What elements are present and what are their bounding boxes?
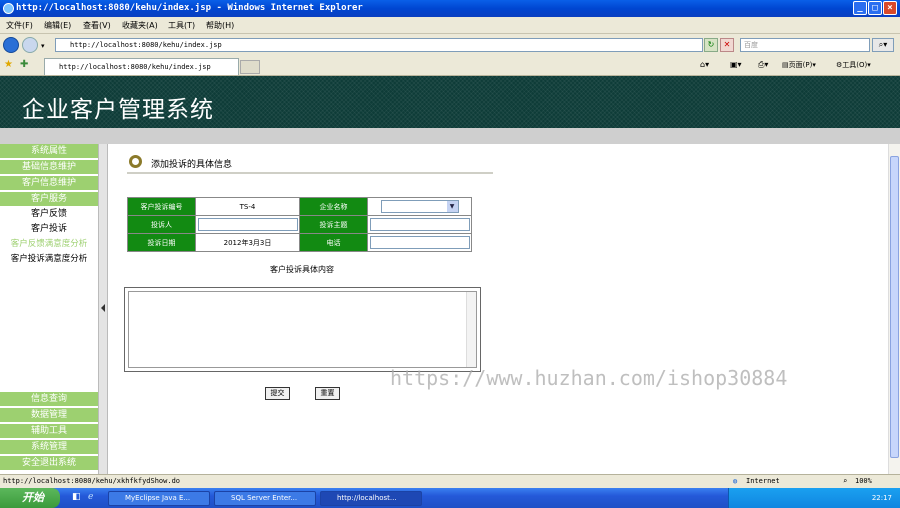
close-button[interactable]: × bbox=[883, 1, 897, 15]
history-dropdown-icon[interactable]: ▾ bbox=[41, 42, 45, 50]
chevron-down-icon[interactable]: ▼ bbox=[446, 201, 458, 212]
banner-divider bbox=[0, 128, 900, 144]
feeds-icon[interactable]: ▣▾ bbox=[730, 60, 742, 69]
menu-help[interactable]: 帮助(H) bbox=[206, 20, 234, 31]
clock[interactable]: 22:17 bbox=[872, 494, 892, 502]
search-icon[interactable]: ⌕▾ bbox=[872, 38, 894, 52]
complainant-input[interactable] bbox=[197, 218, 298, 231]
textarea-scrollbar[interactable] bbox=[466, 292, 476, 367]
task-myeclipse[interactable]: MyEclipse Java E... bbox=[108, 491, 210, 506]
sidebar-head-system-management[interactable]: 系统管理 bbox=[0, 440, 98, 455]
tools-menu[interactable]: ⚙工具(O)▾ bbox=[836, 60, 871, 70]
complainant-label: 投诉人 bbox=[127, 215, 196, 234]
menu-view[interactable]: 查看(V) bbox=[83, 20, 111, 31]
menu-favorites[interactable]: 收藏夹(A) bbox=[122, 20, 158, 31]
page-icon: ▤ bbox=[782, 61, 789, 69]
menu-edit[interactable]: 编辑(E) bbox=[44, 20, 71, 31]
add-favorites-icon[interactable]: ✚ bbox=[20, 59, 28, 70]
subject-input[interactable] bbox=[369, 218, 470, 231]
sidebar-head-basic-info[interactable]: 基础信息维护 bbox=[0, 160, 98, 175]
window-title-bar[interactable]: http://localhost:8080/kehu/index.jsp - W… bbox=[0, 0, 900, 17]
favorites-star-icon[interactable]: ★ bbox=[4, 59, 13, 70]
complaint-no-label: 客户投诉编号 bbox=[127, 197, 196, 216]
menu-bar: 文件(F) 编辑(E) 查看(V) 收藏夹(A) 工具(T) 帮助(H) bbox=[0, 17, 900, 34]
section-ring-icon bbox=[129, 155, 142, 168]
task-ie[interactable]: http://localhost... bbox=[320, 491, 422, 506]
submit-button[interactable]: 提交 bbox=[265, 387, 290, 400]
sidebar-head-system-attributes[interactable]: 系统属性 bbox=[0, 144, 98, 159]
sidebar-item-feedback[interactable]: 客户反馈 bbox=[0, 207, 98, 222]
app-title: 企业客户管理系统 bbox=[22, 97, 214, 123]
ie-icon bbox=[3, 3, 14, 14]
reset-button[interactable]: 重置 bbox=[315, 387, 340, 400]
minimize-button[interactable]: _ bbox=[853, 1, 867, 15]
watermark: https://www.huzhan.com/ishop30884 bbox=[390, 366, 788, 390]
status-zone: Internet bbox=[746, 477, 780, 485]
sidebar-item-complaint[interactable]: 客户投诉 bbox=[0, 222, 98, 237]
globe-icon: ◍ bbox=[733, 477, 738, 485]
complaint-form-table: 客户投诉编号 TS-4 企业名称 ▼ 投诉人 投诉主题 投诉日期 2012年3月… bbox=[127, 197, 472, 252]
detail-textarea[interactable] bbox=[124, 287, 481, 372]
new-tab-button[interactable] bbox=[240, 60, 260, 74]
sidebar: 系统属性 基础信息维护 客户信息维护 客户服务 客户反馈 客户投诉 客户反馈满意… bbox=[0, 144, 98, 474]
sidebar-head-logout[interactable]: 安全退出系统 bbox=[0, 456, 98, 471]
section-title: 添加投诉的具体信息 bbox=[151, 160, 233, 170]
maximize-button[interactable]: □ bbox=[868, 1, 882, 15]
forward-icon[interactable] bbox=[22, 37, 38, 53]
collapse-arrow-icon[interactable] bbox=[101, 304, 105, 312]
date-label: 投诉日期 bbox=[127, 233, 196, 252]
back-icon[interactable] bbox=[3, 37, 19, 53]
home-icon[interactable]: ⌂▾ bbox=[700, 60, 709, 69]
window-title: http://localhost:8080/kehu/index.jsp - W… bbox=[16, 3, 363, 13]
section-header: 添加投诉的具体信息 bbox=[127, 152, 493, 174]
menu-file[interactable]: 文件(F) bbox=[6, 20, 33, 31]
sidebar-head-data-management[interactable]: 数据管理 bbox=[0, 408, 98, 423]
phone-input[interactable] bbox=[369, 236, 470, 249]
sidebar-item-feedback-satisfaction[interactable]: 客户反馈满意度分析 bbox=[0, 237, 98, 252]
stop-icon[interactable]: ✕ bbox=[720, 38, 734, 52]
subject-label: 投诉主题 bbox=[299, 215, 368, 234]
company-label: 企业名称 bbox=[299, 197, 368, 216]
app-banner: 企业客户管理系统 bbox=[0, 76, 900, 128]
show-desktop-icon[interactable]: ◧ bbox=[72, 492, 81, 502]
system-tray: 22:17 bbox=[728, 488, 900, 508]
company-select[interactable]: ▼ bbox=[380, 200, 459, 213]
zoom-icon: ⌕ bbox=[843, 477, 848, 485]
search-input[interactable]: 百度 bbox=[740, 38, 870, 52]
scroll-thumb[interactable] bbox=[890, 156, 899, 458]
ie-quicklaunch-icon[interactable]: ℯ bbox=[88, 492, 93, 502]
sidebar-item-complaint-satisfaction[interactable]: 客户投诉满意度分析 bbox=[0, 252, 98, 267]
tools-menu-label: 工具(O) bbox=[842, 61, 868, 69]
date-value: 2012年3月3日 bbox=[195, 233, 300, 252]
page-scrollbar[interactable] bbox=[888, 144, 900, 474]
phone-label: 电话 bbox=[299, 233, 368, 252]
sidebar-head-customer-service[interactable]: 客户服务 bbox=[0, 192, 98, 207]
tab-current[interactable]: http://localhost:8080/kehu/index.jsp bbox=[44, 58, 239, 75]
sidebar-splitter[interactable] bbox=[98, 144, 108, 474]
task-sqlserver[interactable]: SQL Server Enter... bbox=[214, 491, 316, 506]
detail-label: 客户投诉具体内容 bbox=[270, 265, 334, 274]
sidebar-head-customer-info[interactable]: 客户信息维护 bbox=[0, 176, 98, 191]
menu-tools[interactable]: 工具(T) bbox=[168, 20, 195, 31]
sidebar-head-aux-tools[interactable]: 辅助工具 bbox=[0, 424, 98, 439]
status-url: http://localhost:8080/kehu/xkhfkfydShow.… bbox=[3, 477, 181, 485]
address-input[interactable]: http://localhost:8080/kehu/index.jsp bbox=[55, 38, 703, 52]
refresh-icon[interactable]: ↻ bbox=[704, 38, 718, 52]
textarea-field[interactable] bbox=[128, 291, 477, 368]
page-menu[interactable]: ▤页面(P)▾ bbox=[782, 60, 816, 70]
start-button[interactable]: 开始 bbox=[0, 488, 60, 508]
status-bar: http://localhost:8080/kehu/xkhfkfydShow.… bbox=[0, 474, 900, 488]
complaint-no-value: TS-4 bbox=[195, 197, 300, 216]
print-icon[interactable]: ⎙▾ bbox=[758, 60, 768, 70]
sidebar-head-info-query[interactable]: 信息查询 bbox=[0, 392, 98, 407]
status-zoom[interactable]: 100% bbox=[855, 475, 872, 488]
page-menu-label: 页面(P) bbox=[788, 61, 813, 69]
